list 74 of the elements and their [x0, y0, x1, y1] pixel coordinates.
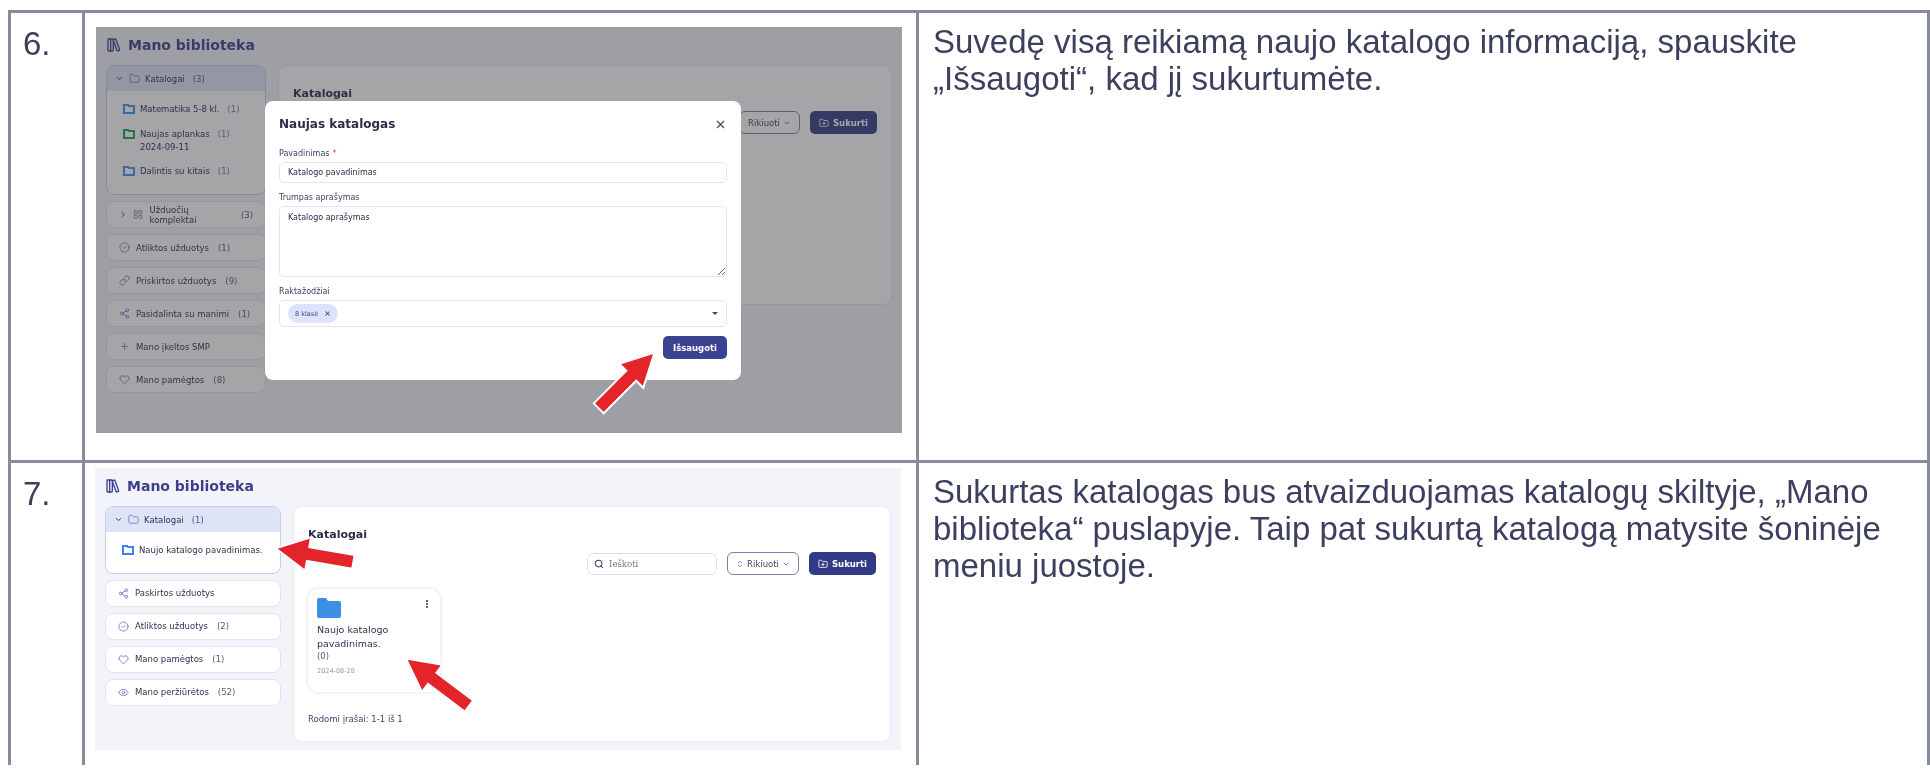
field-label: Trumpas aprašymas [279, 193, 361, 202]
sidebar-subitem[interactable]: Naujo katalogo pavadinimas. [122, 544, 263, 557]
folder-icon [128, 514, 139, 525]
sidebar-subitem[interactable]: Naujas aplankas 2024-09-11 (1) [123, 127, 230, 154]
item-count: (1) [217, 165, 230, 178]
folder-icon [129, 73, 140, 84]
sidebar-item[interactable]: Mano pamėgtos (1) [105, 645, 281, 673]
item-count: (1) [238, 308, 251, 319]
item-count: (9) [225, 275, 238, 286]
card-title: Naujo katalogo pavadinimas. [317, 623, 390, 651]
step-number: 7. [23, 475, 51, 512]
panel-heading: Katalogai [293, 87, 353, 100]
sidebar-item[interactable]: Atliktos užduotys (1) [106, 234, 266, 261]
item-count: (1) [227, 103, 240, 116]
grid-icon [133, 209, 144, 220]
item-count: (3) [192, 73, 205, 84]
field-label: Pavadinimas * [279, 149, 338, 158]
search-icon [594, 558, 605, 569]
sidebar-item[interactable]: Atliktos užduotys (2) [105, 612, 281, 640]
sidebar-item[interactable]: Užduočių komplektai (3) [106, 201, 266, 228]
sort-icon [736, 559, 745, 568]
plus-icon [119, 341, 130, 352]
item-count: (2) [216, 621, 229, 632]
caret-icon [712, 312, 718, 315]
search-field[interactable]: Ieškoti [587, 552, 718, 575]
heart-icon [119, 374, 130, 385]
field-label: Raktažodžiai [279, 287, 331, 296]
sidebar-subitem[interactable]: Matematika 5-8 kl. (1) [123, 103, 240, 116]
check-circle-icon [118, 620, 129, 632]
link-icon [119, 275, 130, 286]
item-count: (1) [217, 127, 230, 141]
required-marker: * [332, 149, 337, 158]
sidebar-item[interactable]: Mano įkeltos SMP [106, 333, 266, 360]
sidebar-subitem[interactable]: Dalintis su kitais (1) [123, 165, 230, 178]
sidebar-item[interactable]: Mano peržiūrėtos (52) [105, 678, 281, 706]
sidebar-group-header[interactable]: Katalogai (3) [107, 66, 265, 91]
create-button[interactable]: Sukurti [808, 552, 876, 575]
step-number: 6. [23, 25, 51, 62]
records-summary: Rodomi įrašai: 1-1 iš 1 [308, 714, 404, 724]
item-count: (52) [217, 687, 236, 698]
save-button[interactable]: Išsaugoti [663, 336, 727, 359]
sidebar-item[interactable]: Paskirtos užduotys [105, 579, 281, 607]
item-count: (1) [191, 514, 204, 525]
library-icon [106, 37, 122, 53]
text-area[interactable]: Katalogo aprašymas [279, 206, 727, 277]
sidebar-item[interactable]: Pasidalinta su manimi (1) [106, 300, 266, 327]
sidebar-group-header[interactable]: Katalogai (1) [106, 507, 280, 532]
sort-button[interactable]: Rikiuoti [727, 552, 799, 575]
sort-button[interactable]: Rikiuoti [739, 111, 800, 134]
sidebar-item[interactable]: Priskirtos užduotys (9) [106, 267, 266, 294]
modal-title: Naujas katalogas [279, 117, 396, 131]
check-circle-icon [119, 242, 130, 253]
input-field[interactable]: Katalogo pavadinimas [279, 162, 727, 183]
panel-heading: Katalogai [308, 528, 368, 541]
share-icon [118, 587, 129, 599]
item-count: (1) [217, 242, 230, 253]
remove-icon[interactable] [324, 310, 332, 317]
step-description: Sukurtas katalogas bus atvaizduojamas katalogų skiltyje, „Mano biblioteka“ puslapyje. Taip pat sukurtą katalogą matysite šoninėje meniu juostoje. [933, 473, 1882, 584]
eye-icon [118, 686, 129, 698]
item-count: (3) [240, 209, 253, 220]
folder-plus-icon [818, 117, 829, 128]
page-title: Mano biblioteka [127, 478, 254, 494]
folder-plus-icon [817, 558, 828, 569]
item-count: (1) [212, 654, 225, 665]
share-icon [119, 308, 130, 319]
heart-icon [118, 653, 129, 665]
sidebar-item[interactable]: Mano pamėgtos (8) [106, 366, 266, 393]
step-description: Suvedę visą reikiamą naujo katalogo informaciją, spauskite „Išsaugoti“, kad jį sukurtumėte. [933, 23, 1798, 97]
library-icon [105, 478, 121, 494]
card-count: (0) [317, 650, 330, 661]
create-button[interactable]: Sukurti [809, 111, 877, 134]
page-title: Mano biblioteka [128, 37, 255, 53]
folder-icon [317, 598, 341, 618]
item-count: (8) [213, 374, 226, 385]
